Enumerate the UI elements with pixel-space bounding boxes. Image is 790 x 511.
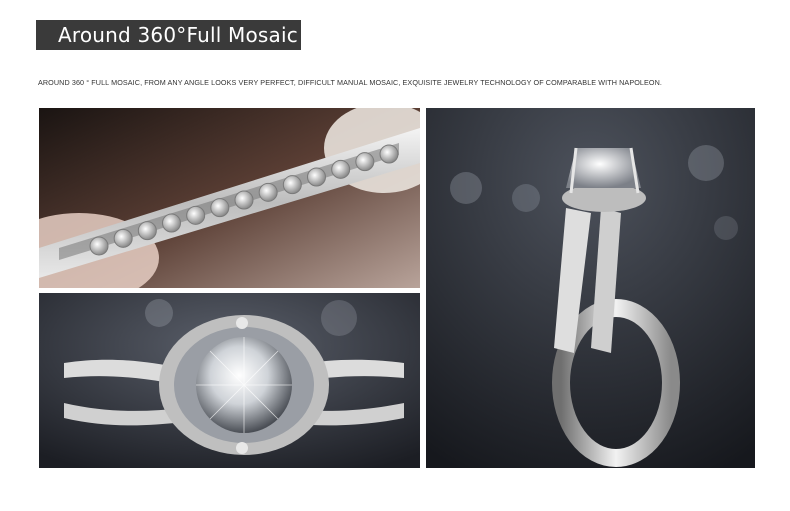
- page-title: Around 360°Full Mosaic: [58, 23, 298, 47]
- title-banner: Around 360°Full Mosaic: [36, 20, 301, 50]
- ring-side-view-photo: [426, 108, 755, 468]
- subtitle-text: AROUND 360 ° FULL MOSAIC, FROM ANY ANGLE…: [38, 78, 662, 87]
- ring-front-view-photo: [39, 293, 420, 468]
- ring-band-closeup-photo: [39, 108, 420, 288]
